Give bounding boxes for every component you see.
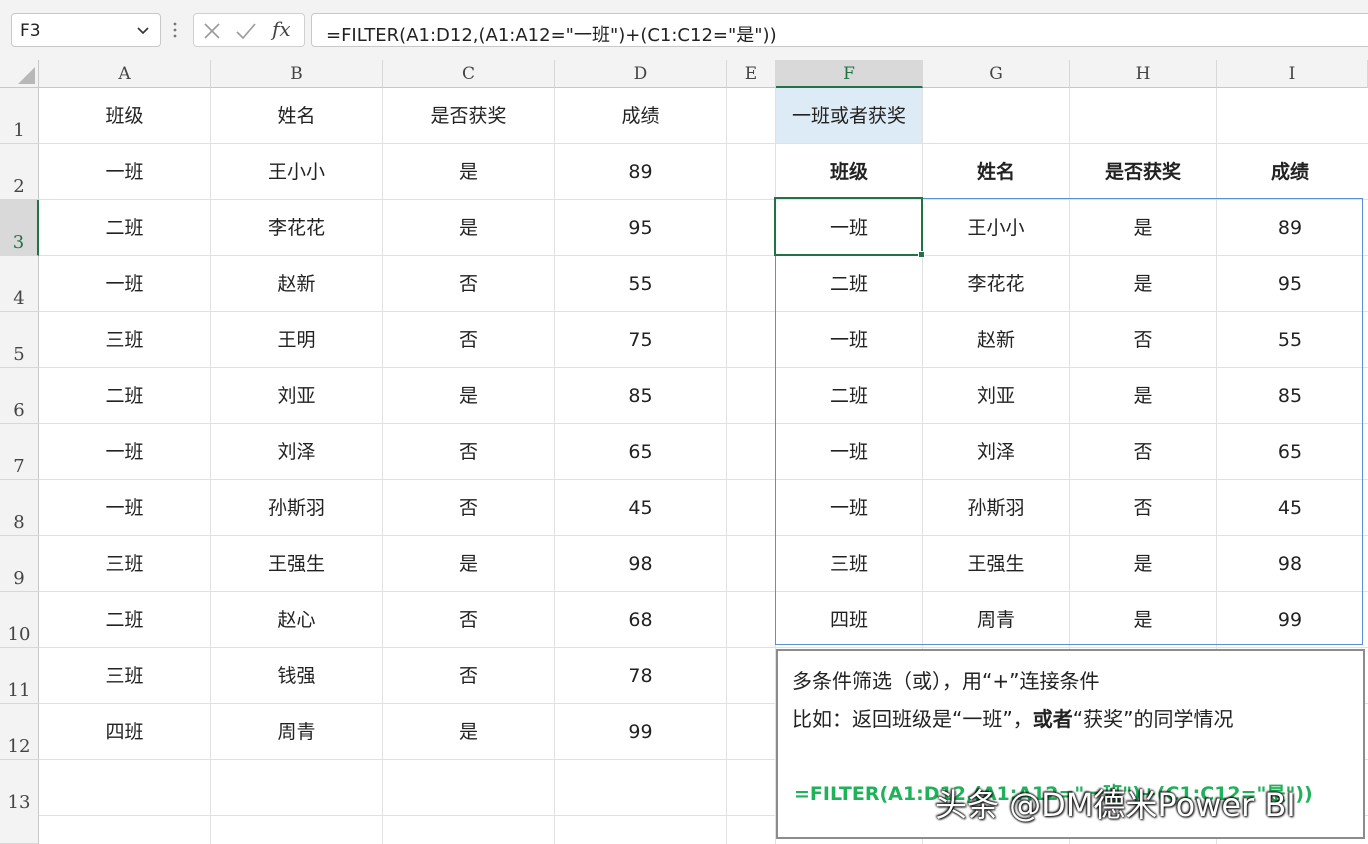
column-header-a[interactable]: A [39,60,211,88]
column-header-h[interactable]: H [1070,60,1217,88]
column-header-d[interactable]: D [555,60,727,88]
row-header[interactable]: 6 [0,368,39,424]
fx-icon[interactable]: fx [272,17,291,41]
table-cell[interactable]: 是 [383,536,554,592]
table-cell[interactable]: 二班 [39,592,210,648]
row-header[interactable]: 13 [0,760,39,844]
result-title[interactable]: 一班或者获奖 [776,88,922,144]
select-all-icon[interactable] [0,60,39,88]
row-header[interactable]: 2 [0,144,39,200]
table-cell[interactable]: 否 [383,480,554,536]
row-header[interactable]: 5 [0,312,39,368]
table-cell[interactable]: 75 [555,312,726,368]
row-header[interactable]: 11 [0,648,39,704]
table-cell[interactable]: 钱强 [211,648,382,704]
gridline [726,88,727,844]
column-header-f[interactable]: F [776,60,923,88]
watermark: 头条 @DM德米Power BI [935,786,1296,824]
table-cell[interactable]: 55 [555,256,726,312]
formula-bar: F3 fx =FILTER(A1:D12,(A1:A12="一班")+(C1:C… [0,0,1368,61]
table-cell[interactable]: 赵心 [211,592,382,648]
row-header[interactable]: 7 [0,424,39,480]
fill-handle[interactable] [918,251,925,258]
table-cell[interactable]: 85 [555,368,726,424]
table-cell[interactable]: 89 [555,144,726,200]
column-header-i[interactable]: I [1217,60,1368,88]
table-cell[interactable]: 三班 [39,312,210,368]
row-header[interactable]: 1 [0,88,39,144]
row-header[interactable]: 9 [0,536,39,592]
table-cell[interactable]: 三班 [39,536,210,592]
row-header[interactable]: 4 [0,256,39,312]
table-cell[interactable]: 二班 [39,368,210,424]
table-cell[interactable]: 是 [383,704,554,760]
result-header-cell[interactable]: 班级 [776,144,922,200]
chevron-down-icon[interactable] [135,22,151,38]
formula-text: =FILTER(A1:D12,(A1:A12="一班")+(C1:C12="是"… [326,25,777,46]
table-cell[interactable]: 98 [555,536,726,592]
table-cell[interactable]: 一班 [39,256,210,312]
row-header[interactable]: 8 [0,480,39,536]
column-header-b[interactable]: B [211,60,383,88]
confirm-icon[interactable] [234,19,258,43]
table-cell[interactable]: 否 [383,648,554,704]
result-header-cell[interactable]: 成绩 [1217,144,1363,200]
cancel-icon[interactable] [200,19,224,43]
active-cell-f3[interactable] [774,197,923,256]
table-cell[interactable]: 78 [555,648,726,704]
table-cell[interactable]: 否 [383,592,554,648]
row-header[interactable]: 10 [0,592,39,648]
table-cell[interactable]: 李花花 [211,200,382,256]
spill-range-border [775,198,1363,645]
table-cell[interactable]: 否 [383,256,554,312]
result-header-cell[interactable]: 姓名 [923,144,1069,200]
table-cell[interactable]: 65 [555,424,726,480]
table-cell[interactable]: 一班 [39,480,210,536]
column-header-c[interactable]: C [383,60,555,88]
name-box[interactable]: F3 [11,13,161,47]
table-cell[interactable]: 是 [383,368,554,424]
note-line-2-prefix: 比如：返回班级是“一班”， [792,707,1033,731]
table-cell[interactable]: 二班 [39,200,210,256]
note-line-2-suffix: “获奖”的同学情况 [1072,707,1234,731]
row-header[interactable]: 12 [0,704,39,760]
formula-input[interactable]: =FILTER(A1:D12,(A1:A12="一班")+(C1:C12="是"… [311,13,1368,47]
table-cell[interactable]: 刘泽 [211,424,382,480]
table-cell[interactable]: 王明 [211,312,382,368]
result-header-cell[interactable]: 是否获奖 [1070,144,1216,200]
table-cell[interactable]: 三班 [39,648,210,704]
table-cell[interactable]: 45 [555,480,726,536]
row-header[interactable]: 3 [0,200,39,256]
table-cell[interactable]: 刘亚 [211,368,382,424]
column-header-e[interactable]: E [727,60,776,88]
table-cell[interactable]: 一班 [39,144,210,200]
table-cell[interactable]: 是 [383,200,554,256]
table-cell[interactable]: 王小小 [211,144,382,200]
table-cell[interactable]: 周青 [211,704,382,760]
table-cell[interactable]: 赵新 [211,256,382,312]
table-cell[interactable]: 否 [383,424,554,480]
note-line-2: 比如：返回班级是“一班”，或者“获奖”的同学情况 [792,703,1233,732]
table-cell[interactable]: 99 [555,704,726,760]
note-line-2-bold: 或者 [1032,707,1073,731]
table-header-cell[interactable]: 班级 [39,88,210,144]
table-cell[interactable]: 孙斯羽 [211,480,382,536]
table-cell[interactable]: 一班 [39,424,210,480]
table-header-cell[interactable]: 姓名 [211,88,382,144]
table-cell[interactable]: 95 [555,200,726,256]
more-options-icon[interactable] [172,20,178,40]
table-cell[interactable]: 王强生 [211,536,382,592]
table-header-cell[interactable]: 是否获奖 [383,88,554,144]
formula-buttons: fx [193,13,305,47]
table-cell[interactable]: 68 [555,592,726,648]
column-header-g[interactable]: G [923,60,1070,88]
note-line-1: 多条件筛选（或），用“+”连接条件 [792,669,1100,693]
table-cell[interactable]: 是 [383,144,554,200]
name-box-value: F3 [20,21,41,41]
table-cell[interactable]: 四班 [39,704,210,760]
table-header-cell[interactable]: 成绩 [555,88,726,144]
table-cell[interactable]: 否 [383,312,554,368]
